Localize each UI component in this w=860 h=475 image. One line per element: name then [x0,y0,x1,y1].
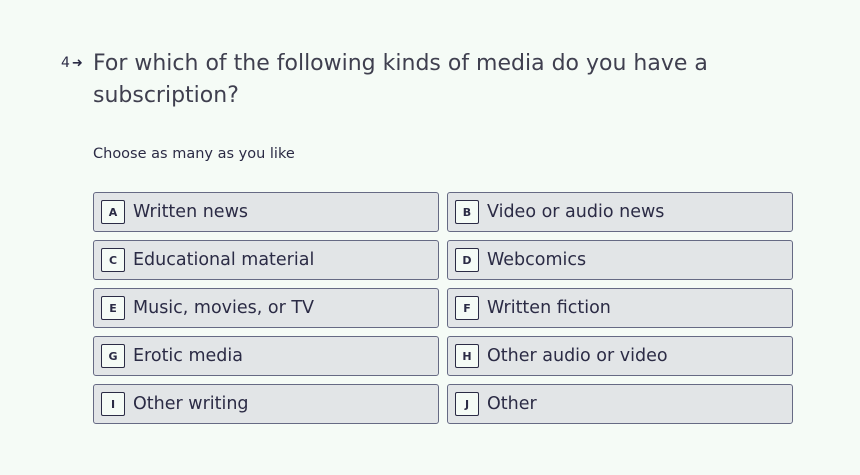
choice-label: Video or audio news [487,202,665,222]
choice-option-d[interactable]: D Webcomics [447,240,793,280]
choice-option-h[interactable]: H Other audio or video [447,336,793,376]
choice-key: G [101,344,125,368]
choice-key: H [455,344,479,368]
choice-key: D [455,248,479,272]
choice-key: F [455,296,479,320]
question-hint: Choose as many as you like [93,146,295,162]
choice-key: A [101,200,125,224]
choice-label: Other audio or video [487,346,668,366]
choice-label: Webcomics [487,250,587,270]
choice-label: Erotic media [133,346,243,366]
choice-key: J [455,392,479,416]
question-number-text: 4 [61,55,70,71]
choice-label: Other writing [133,394,249,414]
choice-label: Other [487,394,537,414]
choice-list: A Written news B Video or audio news C E… [93,192,793,424]
choice-label: Music, movies, or TV [133,298,315,318]
choice-option-a[interactable]: A Written news [93,192,439,232]
choice-option-j[interactable]: J Other [447,384,793,424]
question-number: 4 ➜ [61,55,83,71]
choice-label: Written fiction [487,298,611,318]
choice-option-g[interactable]: G Erotic media [93,336,439,376]
choice-option-i[interactable]: I Other writing [93,384,439,424]
arrow-right-icon: ➜ [71,55,83,71]
choice-key: I [101,392,125,416]
question-title: For which of the following kinds of medi… [93,51,708,108]
choice-option-f[interactable]: F Written fiction [447,288,793,328]
choice-key: B [455,200,479,224]
choice-option-e[interactable]: E Music, movies, or TV [93,288,439,328]
choice-option-b[interactable]: B Video or audio news [447,192,793,232]
choice-option-c[interactable]: C Educational material [93,240,439,280]
choice-key: E [101,296,125,320]
choice-key: C [101,248,125,272]
choice-label: Written news [133,202,249,222]
choice-label: Educational material [133,250,315,270]
